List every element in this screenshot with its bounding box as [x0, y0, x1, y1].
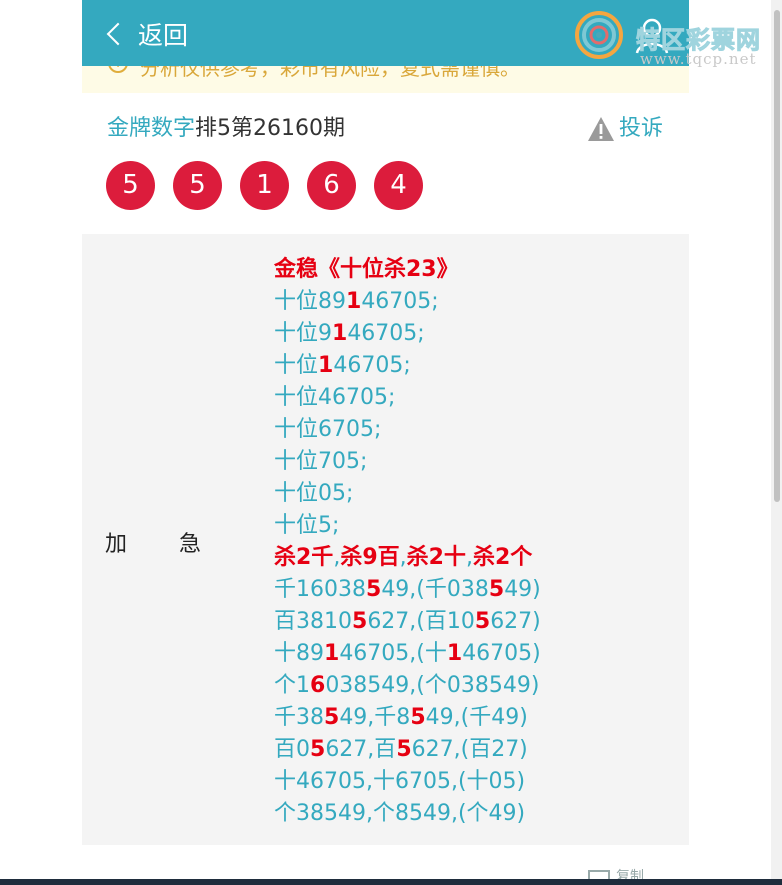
prediction-text: 金稳《十位杀23》 十位89146705; 十位9146705; 十位146705; 十… [274, 254, 674, 830]
prediction-line: 百38105627,(百105627) [274, 606, 674, 638]
highlight-text: 1 [324, 641, 340, 666]
category-label: 加急 [105, 526, 253, 558]
prediction-line: 十89146705,(十146705) [274, 638, 674, 670]
prediction-line: 十位705; [274, 446, 674, 478]
highlight-text: 1 [318, 353, 334, 378]
prediction-text-segment: 十位89 [274, 289, 346, 314]
prediction-text-segment: 627,(百10 [367, 609, 475, 634]
prediction-text-segment: 46705; [347, 321, 425, 346]
result-ball: 4 [374, 161, 423, 210]
bottom-bar [0, 879, 782, 885]
draw-result-balls: 5 5 1 6 4 [106, 161, 423, 210]
highlight-text: 1 [346, 289, 362, 314]
chevron-left-icon [106, 22, 130, 46]
highlight-text: 5 [366, 577, 382, 602]
highlight-text: 5 [324, 705, 340, 730]
prediction-text-segment: 627,百 [325, 737, 397, 762]
prediction-text-segment: 46705,(十 [339, 641, 447, 666]
prediction-text-segment: 46705) [462, 641, 541, 666]
prediction-text-segment: 个38549,个8549,(个49) [274, 801, 526, 826]
site-watermark: 特区彩票网 www.tqcp.net [574, 8, 779, 68]
highlight-text: 6 [310, 673, 326, 698]
prediction-line: 个38549,个8549,(个49) [274, 798, 674, 830]
prediction-text-segment: 49,(千038 [381, 577, 489, 602]
prediction-text-segment: 百0 [274, 737, 310, 762]
highlight-text: 杀2千 [274, 545, 334, 570]
prediction-text-segment: 49,(千49) [425, 705, 528, 730]
prediction-line: 个16038549,(个038549) [274, 670, 674, 702]
complain-label: 投诉 [618, 116, 663, 141]
back-label: 返回 [138, 21, 189, 50]
prediction-line: 十位5; [274, 510, 674, 542]
prediction-text-segment: 十位5; [274, 513, 340, 538]
result-ball: 5 [173, 161, 222, 210]
prediction-text-segment: 49) [504, 577, 541, 602]
prediction-line: 十位6705; [274, 414, 674, 446]
prediction-line: 十位05; [274, 478, 674, 510]
prediction-text-segment: 十位46705; [274, 385, 396, 410]
prediction-text-segment: 十89 [274, 641, 324, 666]
prediction-text-segment: 十46705,十6705,(十05) [274, 769, 526, 794]
highlight-text: 1 [446, 641, 463, 666]
prediction-text-segment: 十位705; [274, 449, 368, 474]
highlight-text: 5 [396, 737, 412, 762]
highlight-text: 5 [352, 609, 368, 634]
prediction-text-segment: 627) [490, 609, 541, 634]
highlight-text: 杀9百 [340, 545, 400, 570]
copy-label[interactable]: 复制 [616, 866, 644, 879]
brand-link[interactable]: 金牌数字 [107, 116, 195, 141]
prediction-text-segment: 千38 [274, 705, 324, 730]
article-title-row: 金牌数字排5第26160期 投诉 [107, 114, 667, 144]
result-ball: 6 [307, 161, 356, 210]
warning-icon [587, 117, 614, 141]
site-logo-icon [575, 11, 623, 59]
category-char: 急 [179, 532, 202, 557]
prediction-text-segment: 十位 [274, 353, 319, 378]
prediction-line: 杀2千,杀9百,杀2十,杀2个 [274, 542, 674, 574]
highlight-text: 杀2个 [472, 545, 533, 570]
page-scrollbar[interactable] [771, 0, 782, 879]
scrollbar-thumb[interactable] [774, 10, 780, 502]
prediction-text-segment: 个1 [274, 673, 310, 698]
highlight-text: 金稳《十位杀23》 [274, 257, 459, 282]
highlight-text: 杀2十 [406, 545, 466, 570]
prediction-line: 十位89146705; [274, 286, 674, 318]
back-button[interactable]: 返回 [104, 14, 188, 54]
prediction-line: 金稳《十位杀23》 [274, 254, 674, 286]
highlight-text: 5 [310, 737, 326, 762]
prediction-line: 十位146705; [274, 350, 674, 382]
highlight-text: 5 [410, 705, 426, 730]
prediction-line: 千38549,千8549,(千49) [274, 702, 674, 734]
prediction-text-segment: 百3810 [274, 609, 352, 634]
prediction-text-segment: 49,千8 [339, 705, 411, 730]
prediction-text-segment: , [465, 545, 473, 570]
prediction-line: 百05627,百5627,(百27) [274, 734, 674, 766]
issue-title: 排5第26160期 [195, 116, 345, 141]
category-char: 加 [105, 532, 128, 557]
watermark-url: www.tqcp.net [640, 50, 757, 68]
prediction-line: 十46705,十6705,(十05) [274, 766, 674, 798]
prediction-line: 千16038549,(千038549) [274, 574, 674, 606]
highlight-text: 5 [488, 577, 505, 602]
prediction-text-segment: 十位6705; [274, 417, 382, 442]
highlight-text: 1 [332, 321, 348, 346]
prediction-text-segment: 038549,(个038549) [325, 673, 540, 698]
prediction-panel: 加急 金稳《十位杀23》 十位89146705; 十位9146705; 十位14670… [82, 234, 689, 845]
prediction-text-segment: 十位9 [274, 321, 332, 346]
prediction-text-segment: 46705; [333, 353, 411, 378]
prediction-text-segment: 千16038 [274, 577, 366, 602]
prediction-text-segment: 十位05; [274, 481, 354, 506]
highlight-text: 5 [474, 609, 491, 634]
result-ball: 5 [106, 161, 155, 210]
prediction-text-segment: , [399, 545, 407, 570]
prediction-text-segment: 46705; [361, 289, 439, 314]
prediction-line: 十位9146705; [274, 318, 674, 350]
complain-button[interactable]: 投诉 [587, 114, 663, 144]
prediction-text-segment: 627,(百27) [411, 737, 528, 762]
prediction-line: 十位46705; [274, 382, 674, 414]
result-ball: 1 [240, 161, 289, 210]
